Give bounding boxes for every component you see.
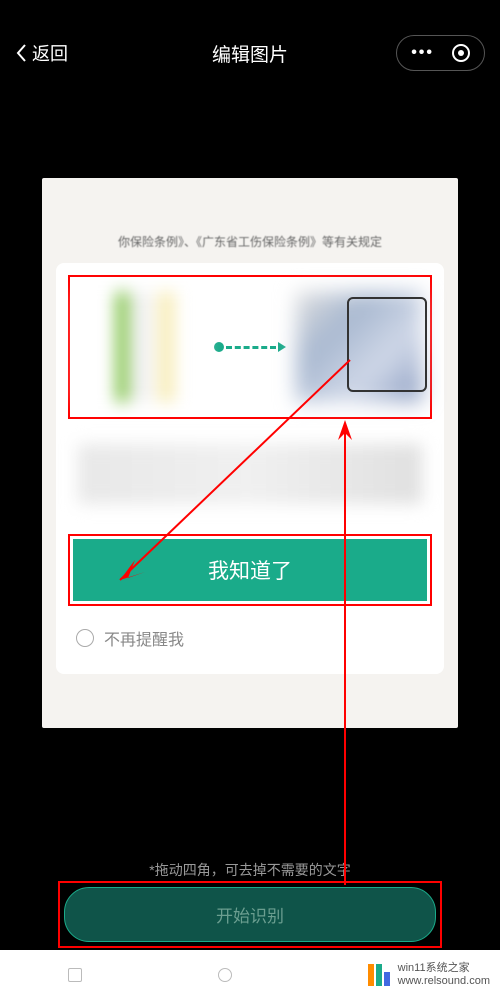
hint-text: *拖动四角，可去掉不需要的文字 <box>0 860 500 880</box>
back-button[interactable]: 返回 <box>15 40 68 66</box>
checkbox-label: 不再提醒我 <box>104 626 184 650</box>
checkbox-icon[interactable] <box>76 629 94 647</box>
watermark-logo-icon <box>368 964 390 986</box>
nav-recent-icon[interactable] <box>68 968 82 982</box>
confirm-button[interactable]: 我知道了 <box>73 539 427 601</box>
after-image <box>296 292 422 402</box>
nav-home-icon[interactable] <box>218 968 232 982</box>
transform-arrow-icon <box>214 342 286 352</box>
target-icon[interactable] <box>452 44 470 62</box>
start-recognize-button[interactable]: 开始识别 <box>64 887 436 942</box>
start-highlight: 开始识别 <box>58 881 442 948</box>
system-nav-bar: win11系统之家 www.relsound.com <box>0 950 500 1000</box>
photo-text-content: 你保险条例》、《广东省工伤保险条例》等有关规定 <box>42 178 458 250</box>
tutorial-images <box>68 275 432 419</box>
watermark-text: win11系统之家 www.relsound.com <box>398 962 490 988</box>
tutorial-modal: 我知道了 不再提醒我 <box>56 263 444 674</box>
confirm-highlight: 我知道了 <box>68 534 432 606</box>
dont-remind-row[interactable]: 不再提醒我 <box>68 621 432 662</box>
before-image <box>78 292 204 402</box>
more-icon[interactable]: ••• <box>411 44 434 62</box>
back-label: 返回 <box>32 40 68 66</box>
chevron-left-icon <box>15 43 27 63</box>
crop-frame-icon <box>347 297 427 392</box>
tutorial-body-text <box>78 444 422 504</box>
page-title: 编辑图片 <box>212 40 288 67</box>
capsule-menu[interactable]: ••• <box>396 35 485 71</box>
